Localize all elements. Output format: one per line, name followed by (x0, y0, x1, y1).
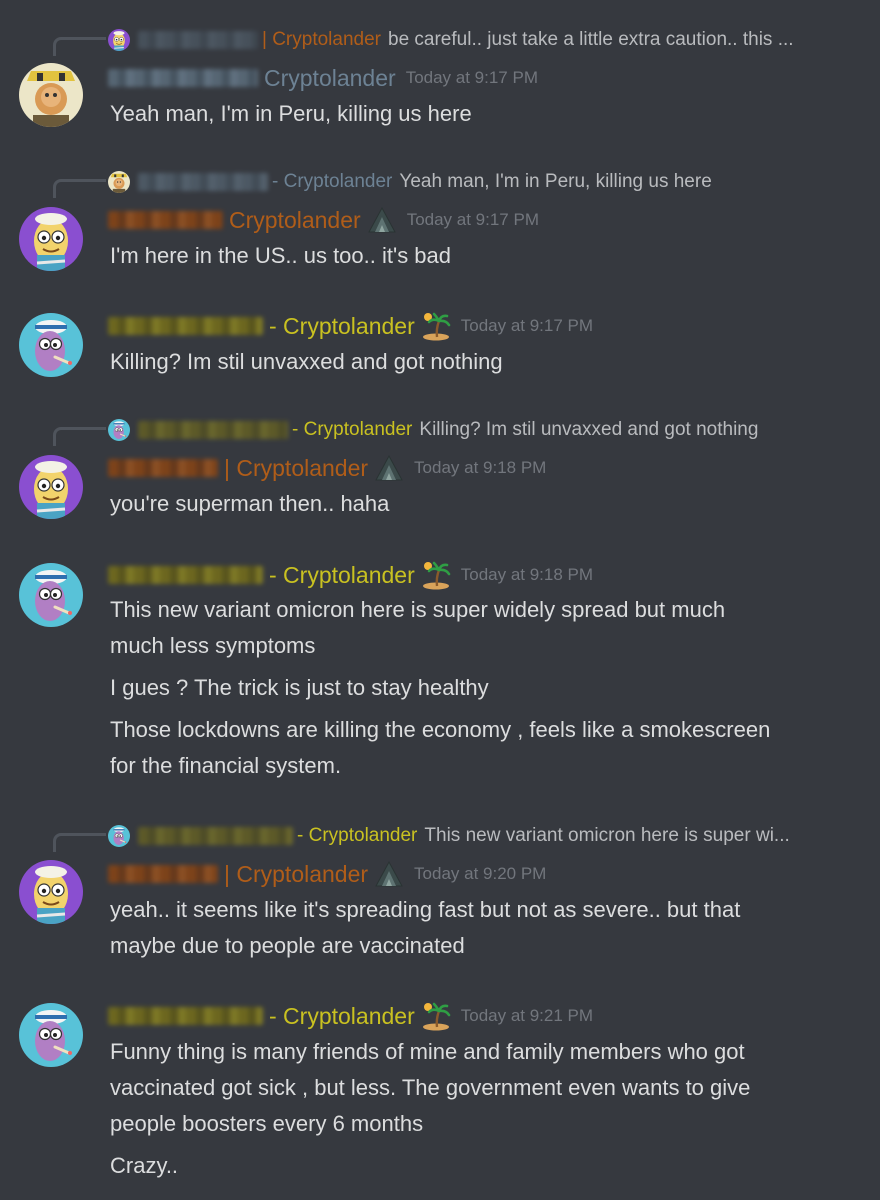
reply-username[interactable]: - Cryptolander (272, 171, 392, 193)
palm-island-icon (421, 1001, 451, 1031)
reply-avatar[interactable] (108, 825, 130, 847)
reply-preview[interactable]: - Cryptolander This new variant omicron … (108, 823, 790, 849)
reply-spine-icon (53, 37, 106, 56)
reply-text[interactable]: Yeah man, I'm in Peru, killing us here (399, 171, 711, 193)
message-line: yeah.. it seems like it's spreading fast… (110, 897, 741, 922)
reply-username[interactable]: - Cryptolander (292, 419, 412, 441)
message-content: you're superman then.. haha (110, 486, 850, 522)
avatar[interactable] (19, 313, 83, 377)
reply-spine-icon (53, 179, 106, 198)
message-line: for the financial system. (110, 753, 342, 778)
username[interactable]: - Cryptolander (269, 313, 415, 340)
reply-avatar[interactable] (108, 171, 130, 193)
message-header: - Cryptolander Today at 9:18 PM (108, 559, 593, 591)
palm-island-icon (421, 311, 451, 341)
reply-spine-icon (53, 427, 106, 446)
reply-username[interactable]: - Cryptolander (297, 825, 417, 847)
reply-text[interactable]: This new variant omicron here is super w… (424, 825, 789, 847)
message-header: - Cryptolander Today at 9:17 PM (108, 310, 593, 342)
message-content: This new variant omicron here is super w… (110, 592, 850, 784)
username[interactable]: - Cryptolander (269, 562, 415, 589)
avatar[interactable] (19, 455, 83, 519)
username[interactable]: | Cryptolander (224, 861, 368, 888)
timestamp[interactable]: Today at 9:17 PM (407, 210, 539, 230)
message-header: | Cryptolander Today at 9:18 PM (108, 452, 546, 484)
message-line: much less symptoms (110, 633, 316, 658)
username[interactable]: Cryptolander (229, 207, 361, 234)
reply-avatar[interactable] (108, 419, 130, 441)
mountain-icon (374, 859, 404, 889)
message-content: Killing? Im stil unvaxxed and got nothin… (110, 344, 850, 380)
mountain-icon (374, 453, 404, 483)
redacted-username (108, 1007, 263, 1025)
reply-preview[interactable]: - Cryptolander Killing? Im stil unvaxxed… (108, 417, 758, 443)
timestamp[interactable]: Today at 9:21 PM (461, 1006, 593, 1026)
message-line: Killing? Im stil unvaxxed and got nothin… (110, 349, 503, 374)
message-line: This new variant omicron here is super w… (110, 597, 726, 622)
reply-text[interactable]: be careful.. just take a little extra ca… (388, 29, 794, 51)
message-line: maybe due to people are vaccinated (110, 933, 465, 958)
redacted-username (108, 69, 258, 87)
redacted-username (108, 211, 223, 229)
reply-text[interactable]: Killing? Im stil unvaxxed and got nothin… (419, 419, 758, 441)
avatar[interactable] (19, 1003, 83, 1067)
timestamp[interactable]: Today at 9:17 PM (461, 316, 593, 336)
avatar[interactable] (19, 860, 83, 924)
message-header: | Cryptolander Today at 9:20 PM (108, 858, 546, 890)
mountain-icon (367, 205, 397, 235)
redacted-username (108, 566, 263, 584)
message-content: yeah.. it seems like it's spreading fast… (110, 892, 850, 964)
username[interactable]: Cryptolander (264, 65, 396, 92)
message-line: I'm here in the US.. us too.. it's bad (110, 243, 452, 268)
message-line: people boosters every 6 months (110, 1111, 424, 1136)
message-line: Those lockdowns are killing the economy … (110, 717, 771, 742)
message-content: I'm here in the US.. us too.. it's bad (110, 238, 850, 274)
redacted-username (108, 865, 218, 883)
message-line: vaccinated got sick , but less. The gove… (110, 1075, 751, 1100)
avatar[interactable] (19, 207, 83, 271)
reply-preview[interactable]: - Cryptolander Yeah man, I'm in Peru, ki… (108, 169, 712, 195)
reply-preview[interactable]: | Cryptolander be careful.. just take a … (108, 27, 794, 53)
timestamp[interactable]: Today at 9:18 PM (461, 565, 593, 585)
avatar[interactable] (19, 563, 83, 627)
timestamp[interactable]: Today at 9:17 PM (406, 68, 538, 88)
redacted-username (108, 317, 263, 335)
redacted-username (138, 421, 288, 439)
message-line: I gues ? The trick is just to stay healt… (110, 675, 489, 700)
avatar[interactable] (19, 63, 83, 127)
redacted-username (138, 827, 293, 845)
timestamp[interactable]: Today at 9:18 PM (414, 458, 546, 478)
message-line: Crazy.. (110, 1153, 179, 1178)
timestamp[interactable]: Today at 9:20 PM (414, 864, 546, 884)
redacted-username (108, 459, 218, 477)
redacted-username (138, 173, 268, 191)
chat-messages: | Cryptolander be careful.. just take a … (0, 0, 880, 1200)
reply-avatar[interactable] (108, 29, 130, 51)
message-header: - Cryptolander Today at 9:21 PM (108, 1000, 593, 1032)
username[interactable]: - Cryptolander (269, 1003, 415, 1030)
message-content: Funny thing is many friends of mine and … (110, 1034, 850, 1184)
message-header: Cryptolander Today at 9:17 PM (108, 62, 538, 94)
reply-username[interactable]: | Cryptolander (262, 29, 381, 51)
message-line: Yeah man, I'm in Peru, killing us here (110, 101, 472, 126)
message-line: Funny thing is many friends of mine and … (110, 1039, 745, 1064)
username[interactable]: | Cryptolander (224, 455, 368, 482)
message-header: Cryptolander Today at 9:17 PM (108, 204, 539, 236)
reply-spine-icon (53, 833, 106, 852)
palm-island-icon (421, 560, 451, 590)
message-line: you're superman then.. haha (110, 491, 390, 516)
redacted-username (138, 31, 258, 49)
message-content: Yeah man, I'm in Peru, killing us here (110, 96, 850, 132)
